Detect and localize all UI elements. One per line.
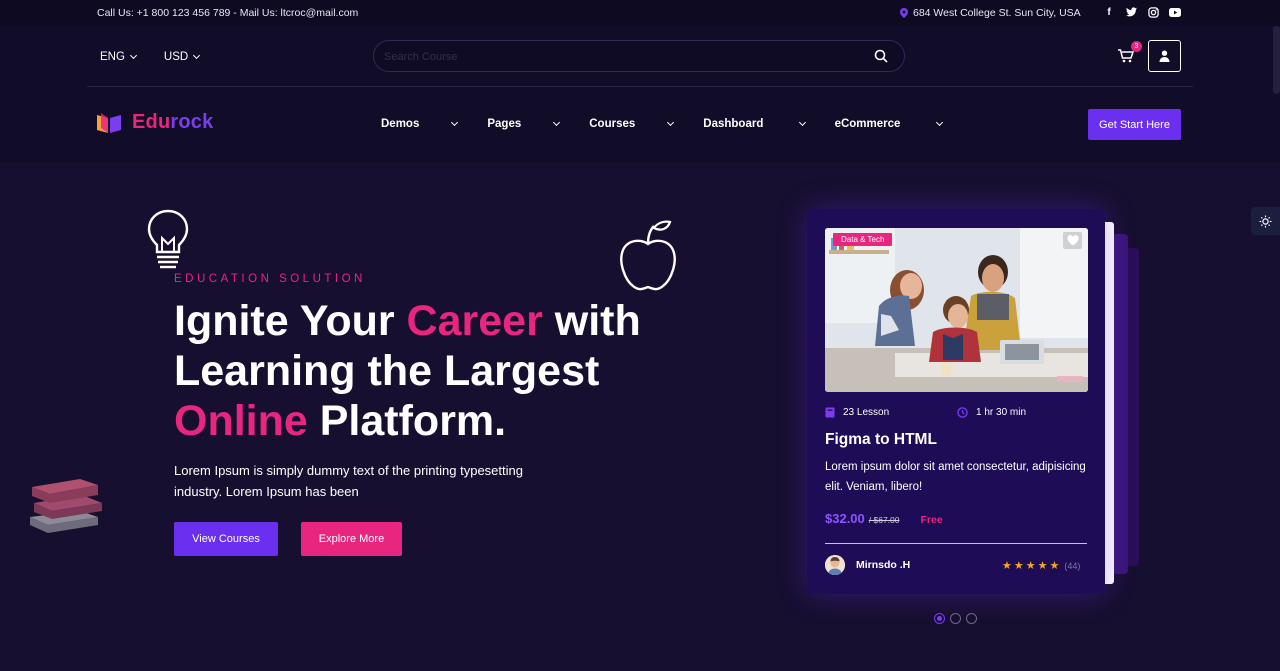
search-input[interactable] [384, 47, 854, 67]
nav-label: Dashboard [703, 118, 764, 130]
explore-more-button[interactable]: Explore More [301, 522, 402, 556]
course-duration: 1 hr 30 min [957, 407, 1026, 418]
headline-highlight: Career [406, 297, 543, 345]
chevron-down-icon [798, 118, 806, 127]
chevron-down-icon [553, 118, 561, 127]
chevron-down-icon [935, 118, 943, 127]
chevron-down-icon [129, 51, 137, 60]
headline-highlight: Online [174, 397, 308, 445]
youtube-icon[interactable] [1169, 6, 1181, 18]
headline-part: Ignite Your [174, 297, 407, 345]
currency-value: USD [163, 51, 189, 63]
account-button[interactable] [1148, 40, 1181, 72]
language-value: ENG [100, 51, 125, 63]
get-start-button[interactable]: Get Start Here [1088, 109, 1181, 140]
cart-count-badge: 3 [1131, 41, 1142, 52]
students-photo [825, 228, 1088, 392]
clock-icon [957, 407, 968, 418]
duration-text: 1 hr 30 min [976, 407, 1027, 418]
avatar [825, 555, 845, 575]
headline-part: Platform. [307, 397, 507, 445]
nav-item-pages[interactable]: Pages [487, 118, 561, 130]
lightbulb-icon [147, 209, 189, 269]
header-divider [87, 86, 1193, 87]
course-title[interactable]: Figma to HTML [825, 431, 937, 449]
cart-icon [1118, 49, 1135, 63]
course-rating: ★ ★ ★ ★ ★ (44) [1002, 559, 1080, 572]
nav-item-dashboard[interactable]: Dashboard [703, 118, 806, 130]
course-description: Lorem ipsum dolor sit amet consectetur, … [825, 461, 1086, 493]
course-author[interactable]: Mirnsdo .H [825, 555, 910, 575]
contact-info: Call Us: +1 800 123 456 789 - Mail Us: l… [97, 7, 359, 19]
chevron-down-icon [451, 118, 459, 127]
slider-dot-1[interactable] [934, 613, 945, 624]
nav-label: Courses [589, 118, 636, 130]
search-icon[interactable] [874, 49, 888, 63]
main-nav: Demos Pages Courses Dashboard eCommerce [381, 118, 972, 130]
hero-section: EDUCATION SOLUTION Ignite Your Career wi… [0, 163, 800, 671]
nav-label: Pages [487, 118, 522, 130]
star-icon: ★ [1049, 560, 1060, 572]
sun-icon [1259, 215, 1272, 227]
star-icon: ★ [1037, 560, 1048, 572]
course-price: $32.00 / $67.00 Free [825, 511, 943, 526]
nav-label: Demos [381, 118, 420, 130]
free-label: Free [920, 514, 943, 526]
instagram-icon[interactable] [1147, 6, 1159, 18]
category-tag[interactable]: Data & Tech [833, 233, 893, 246]
lesson-count-text: 23 Lesson [843, 407, 890, 418]
nav-item-ecommerce[interactable]: eCommerce [834, 118, 943, 130]
top-info-bar: Call Us: +1 800 123 456 789 - Mail Us: l… [0, 0, 1280, 26]
star-icon: ★ [1013, 560, 1024, 572]
address-info: 684 West College St. Sun City, USA [900, 7, 1081, 19]
brand-name-part2: rock [170, 111, 214, 133]
nav-item-demos[interactable]: Demos [381, 118, 459, 130]
slider-dot-2[interactable] [950, 613, 961, 624]
open-book-logo-icon [97, 112, 121, 133]
currency-selector[interactable]: USD [163, 51, 201, 63]
slider-pagination [934, 613, 977, 624]
star-icon: ★ [1002, 560, 1012, 572]
books-stack-icon [30, 479, 102, 533]
brand-name-part1: Edu [132, 111, 171, 133]
card-divider [825, 543, 1087, 544]
current-price: $32.00 [825, 511, 865, 526]
course-image: Data & Tech [825, 228, 1088, 392]
locale-selectors: ENG USD [100, 51, 201, 63]
star-icon: ★ [1025, 560, 1036, 572]
original-price: / $67.00 [868, 515, 900, 525]
brand-name: Edurock [132, 111, 213, 134]
scrollbar[interactable] [1273, 26, 1280, 94]
language-selector[interactable]: ENG [100, 51, 137, 63]
theme-toggle-button[interactable] [1251, 207, 1280, 235]
nav-item-courses[interactable]: Courses [589, 118, 675, 130]
site-header: ENG USD 3 Edurock Demos Pages Courses Da… [0, 26, 1280, 163]
apple-icon [620, 220, 676, 291]
brand-logo[interactable]: Edurock [96, 111, 213, 134]
book-icon [825, 407, 835, 418]
hero-headline: Ignite Your Career with Learning the Lar… [174, 296, 694, 446]
author-name: Mirnsdo .H [856, 559, 911, 571]
facebook-icon[interactable]: f [1103, 6, 1115, 18]
chevron-down-icon [193, 51, 201, 60]
review-count: (44) [1064, 560, 1081, 571]
header-utility-row: ENG USD 3 [0, 26, 1280, 86]
hero-description: Lorem Ipsum is simply dummy text of the … [174, 463, 523, 499]
nav-label: eCommerce [834, 118, 901, 130]
hero-eyebrow: EDUCATION SOLUTION [174, 273, 366, 285]
user-icon [1159, 50, 1170, 62]
course-card[interactable]: Data & Tech 23 Lesson 1 hr 30 min Figma … [807, 209, 1105, 594]
cart-button[interactable]: 3 [1118, 41, 1142, 65]
address-text: 684 West College St. Sun City, USA [913, 7, 1081, 19]
wishlist-button[interactable] [1063, 232, 1082, 249]
heart-icon [1066, 235, 1079, 246]
twitter-icon[interactable] [1125, 6, 1137, 18]
search-bar [373, 40, 905, 72]
view-courses-button[interactable]: View Courses [174, 522, 278, 556]
lesson-count: 23 Lesson [825, 407, 889, 418]
slider-dot-3[interactable] [966, 613, 977, 624]
social-links: f [1103, 6, 1181, 18]
location-pin-icon [900, 8, 908, 18]
chevron-down-icon [667, 118, 675, 127]
